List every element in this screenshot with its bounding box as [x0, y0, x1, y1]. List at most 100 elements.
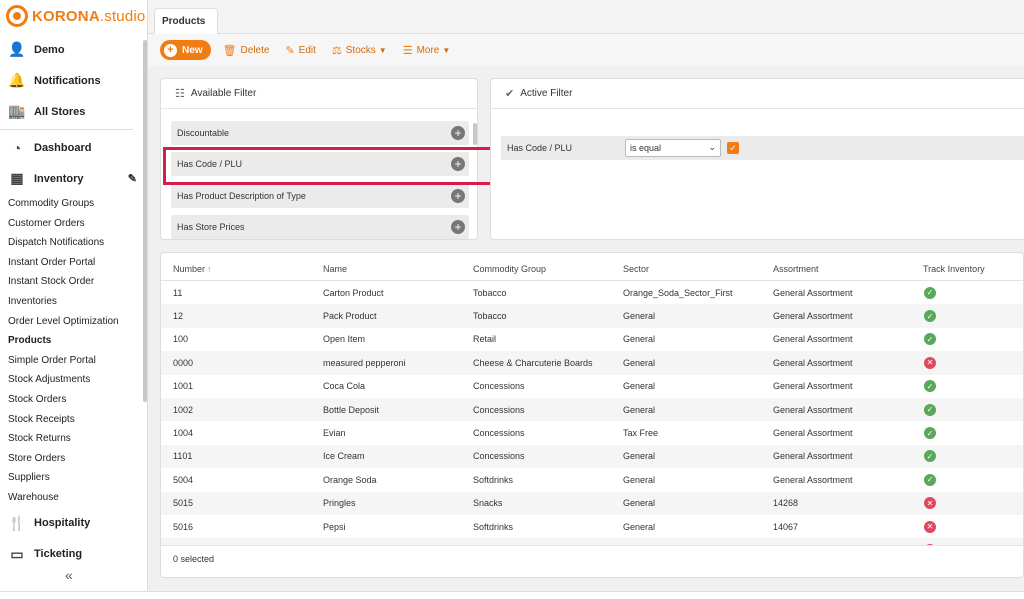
pencil-icon: ✎: [285, 44, 295, 57]
edit-icon[interactable]: ✎: [128, 172, 137, 185]
cell-sector: General: [623, 334, 656, 345]
cell-group: Cheese & Charcuterie Boards: [473, 357, 593, 368]
cell-number: 11: [173, 287, 183, 298]
bell-icon: 🔔: [8, 72, 26, 88]
stocks-button[interactable]: ⚖ Stocks ▼: [332, 44, 387, 57]
column-header-track-inventory[interactable]: Track Inventory: [923, 264, 985, 274]
more-button[interactable]: ☰ More ▼: [403, 44, 451, 57]
sidebar-subitem-dispatch-notifications[interactable]: Dispatch Notifications: [0, 233, 147, 253]
edit-button[interactable]: ✎ Edit: [285, 44, 315, 57]
highlight-annotation: [163, 147, 519, 185]
sidebar-item-label: Notifications: [34, 74, 101, 87]
table-row[interactable]: 100 Open Item Retail General General Assortm…: [161, 328, 1023, 351]
brand-logo[interactable]: KORONA.studio: [0, 0, 147, 32]
more-button-label: More: [416, 44, 440, 56]
collapse-sidebar-icon[interactable]: «: [65, 567, 73, 583]
table-row[interactable]: 5004 Orange Soda Softdrinks General General …: [161, 468, 1023, 491]
tab-products[interactable]: Products: [154, 8, 218, 34]
check-status-icon: ✓: [924, 473, 936, 486]
filter-option-discountable[interactable]: Discountable +: [171, 121, 469, 145]
sidebar-subitem-stock-returns[interactable]: Stock Returns: [0, 429, 147, 449]
column-header-commodity-group[interactable]: Commodity Group: [473, 264, 546, 274]
sidebar-item-all-stores[interactable]: 🏬 All Stores: [0, 96, 147, 127]
filter-option-has-store-prices[interactable]: Has Store Prices +: [171, 215, 469, 239]
cell-number: 12: [173, 311, 184, 322]
sidebar-subitem-stock-adjustments[interactable]: Stock Adjustments: [0, 370, 147, 390]
sidebar-item-demo[interactable]: 👤 Demo: [0, 34, 147, 65]
table-header: Number ↑ Name Commodity Group Sector Asso…: [161, 257, 1023, 281]
cell-group: Concessions: [473, 428, 525, 439]
sidebar-subitem-warehouse[interactable]: Warehouse: [0, 488, 147, 508]
stocks-icon: ⚖: [331, 44, 342, 57]
table-row[interactable]: 1004 Evian Concessions Tax Free General Asso…: [161, 421, 1023, 444]
selection-count: 0 selected: [173, 554, 215, 564]
sidebar-item-notifications[interactable]: 🔔 Notifications: [0, 65, 147, 96]
available-filter-title: Available Filter: [190, 88, 257, 99]
sidebar-subitem-commodity-groups[interactable]: Commodity Groups: [0, 194, 147, 214]
add-filter-icon[interactable]: +: [451, 189, 465, 203]
filter-option-label: Has Product Description of Type: [177, 191, 306, 201]
chevron-down-icon: ▼: [378, 45, 387, 55]
cell-assortment: General Assortment: [773, 474, 853, 485]
table-row[interactable]: 1001 Coca Cola Concessions General General A…: [161, 375, 1023, 398]
column-header-name[interactable]: Name: [323, 264, 347, 274]
cell-number: 1101: [173, 451, 193, 462]
add-filter-icon[interactable]: +: [451, 126, 465, 140]
table-footer: 0 selected: [161, 545, 1023, 577]
filter-option-label: Discountable: [177, 128, 230, 138]
table-row[interactable]: 1002 Bottle Deposit Concessions General Gene…: [161, 398, 1023, 422]
gauge-icon: ◔: [12, 139, 22, 156]
add-filter-icon[interactable]: +: [451, 220, 465, 234]
sidebar-item-dashboard[interactable]: ◔ Dashboard: [0, 132, 147, 163]
cell-group: Softdrinks: [473, 521, 514, 532]
divider: [0, 129, 133, 130]
sidebar-subitem-inventories[interactable]: Inventories: [0, 292, 147, 312]
sidebar-subitem-instant-stock-order[interactable]: Instant Stock Order: [0, 272, 147, 292]
sidebar-item-hospitality[interactable]: 🍴 Hospitality: [0, 508, 147, 539]
sidebar-item-inventory[interactable]: ▦ Inventory ✎: [0, 163, 147, 194]
cell-sector: General: [623, 404, 656, 415]
operator-select[interactable]: is equal ⌄: [625, 139, 721, 157]
sidebar-subitem-simple-order-portal[interactable]: Simple Order Portal: [0, 351, 147, 371]
column-header-sector[interactable]: Sector: [623, 264, 649, 274]
column-header-assortment[interactable]: Assortment: [773, 264, 819, 274]
table-row[interactable]: 5015 Pringles Snacks General 14268 ✕: [161, 491, 1023, 515]
new-button[interactable]: + New: [160, 40, 211, 60]
cell-number: 1002: [173, 404, 194, 415]
filter-option-label: Has Store Prices: [177, 222, 245, 232]
active-filter-row: Has Code / PLU is equal ⌄ ✓: [501, 136, 1024, 160]
sidebar-subitem-stock-receipts[interactable]: Stock Receipts: [0, 410, 147, 430]
cell-number: 5015: [173, 498, 194, 509]
table-row[interactable]: 0000 measured pepperoni Cheese & Charcuter…: [161, 351, 1023, 375]
cell-group: Tobacco: [473, 287, 507, 298]
cell-number: 0000: [173, 357, 194, 368]
table-row[interactable]: 1101 Ice Cream Concessions General General A…: [161, 444, 1023, 469]
sidebar-item-label: All Stores: [34, 105, 86, 118]
filter-option-has-product-description[interactable]: Has Product Description of Type +: [171, 184, 469, 208]
column-header-number[interactable]: Number ↑: [173, 264, 212, 274]
sidebar-scrollbar[interactable]: [143, 40, 147, 402]
cell-sector: General: [623, 357, 656, 368]
filter-scrollbar[interactable]: [473, 123, 477, 145]
table-row[interactable]: 5016 Pepsi Softdrinks General 14067 ✕: [161, 515, 1023, 538]
sidebar-subitem-store-orders[interactable]: Store Orders: [0, 449, 147, 469]
cross-status-icon: ✕: [924, 497, 936, 510]
cell-sector: General: [623, 381, 656, 392]
sidebar-subitem-suppliers[interactable]: Suppliers: [0, 468, 147, 488]
cell-group: Retail: [473, 334, 497, 345]
sidebar-item-ticketing[interactable]: ▭ Ticketing: [0, 539, 147, 570]
filter-value-checkbox[interactable]: ✓: [727, 142, 739, 154]
sidebar-subitem-instant-order-portal[interactable]: Instant Order Portal: [0, 253, 147, 273]
sidebar-subitem-products[interactable]: Products: [0, 331, 147, 351]
table-row[interactable]: 12 Pack Product Tobacco General General Asso…: [161, 304, 1023, 328]
sidebar-subitem-stock-orders[interactable]: Stock Orders: [0, 390, 147, 410]
user-icon: 👤: [8, 41, 26, 57]
table-row[interactable]: 11 Carton Product Tobacco Orange_Soda_Secto…: [161, 281, 1023, 304]
korona-logo-icon: [6, 5, 28, 27]
sidebar-subitem-customer-orders[interactable]: Customer Orders: [0, 214, 147, 234]
cell-sector: Tax Free: [623, 428, 659, 439]
cell-number: 100: [173, 334, 189, 345]
delete-button[interactable]: 🗑 Delete: [223, 44, 270, 57]
cell-group: Concessions: [473, 451, 525, 462]
sidebar-subitem-order-level-optimization[interactable]: Order Level Optimization: [0, 312, 147, 332]
